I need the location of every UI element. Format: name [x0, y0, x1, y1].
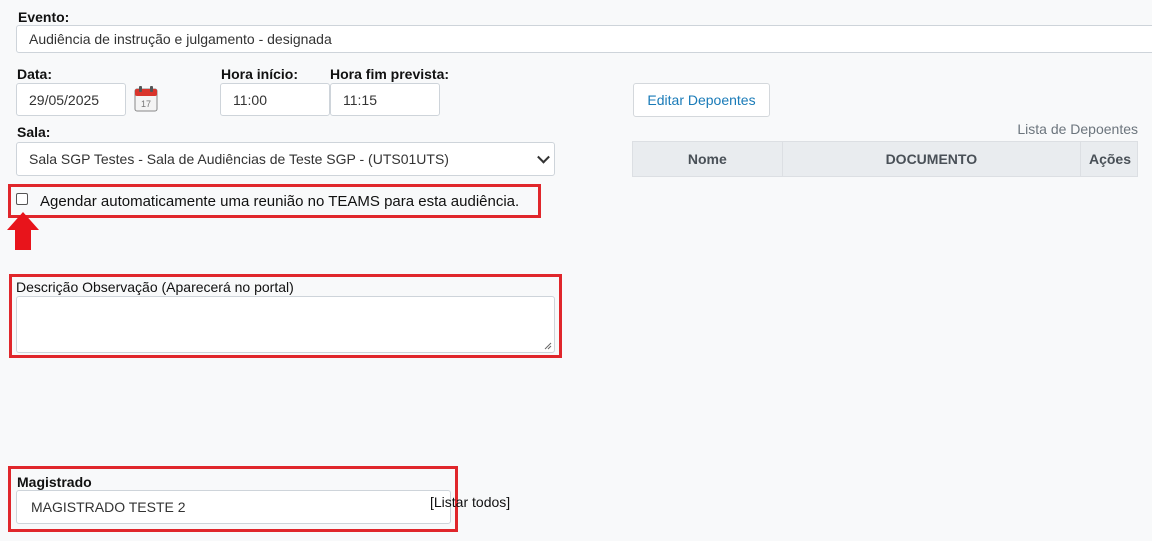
data-input[interactable]: 29/05/2025: [16, 83, 126, 116]
evento-label: Evento:: [18, 9, 70, 25]
listar-todos-link[interactable]: [Listar todos]: [430, 494, 510, 510]
hora-inicio-label: Hora início:: [221, 66, 299, 82]
sala-value: Sala SGP Testes - Sala de Audiências de …: [29, 151, 449, 167]
teams-checkbox[interactable]: [16, 193, 28, 205]
hora-fim-label: Hora fim prevista:: [330, 66, 450, 82]
calendar-icon[interactable]: 17: [134, 86, 158, 112]
teams-checkbox-label: Agendar automaticamente uma reunião no T…: [40, 193, 520, 210]
evento-value: Audiência de instrução e julgamento - de…: [29, 31, 332, 47]
column-header-documento[interactable]: DOCUMENTO: [781, 141, 1082, 177]
data-value: 29/05/2025: [29, 91, 100, 108]
magistrado-label: Magistrado: [17, 474, 92, 490]
data-label: Data:: [17, 66, 53, 82]
hora-fim-value: 11:15: [343, 91, 377, 108]
descricao-label: Descrição Observação (Aparecerá no porta…: [16, 279, 294, 295]
evento-select[interactable]: Audiência de instrução e julgamento - de…: [16, 25, 1152, 53]
resize-handle-icon[interactable]: [544, 342, 552, 350]
depoentes-caption: Lista de Depoentes: [1017, 121, 1138, 137]
arrow-up-icon: [7, 212, 39, 250]
column-header-nome[interactable]: Nome: [632, 141, 783, 177]
chevron-down-icon: [537, 150, 550, 164]
magistrado-select[interactable]: MAGISTRADO TESTE 2: [16, 490, 451, 524]
descricao-textarea[interactable]: [16, 296, 555, 353]
hora-inicio-input[interactable]: 11:00: [220, 83, 330, 116]
hora-fim-input[interactable]: 11:15: [330, 83, 440, 116]
table-header-row: Nome DOCUMENTO Ações: [632, 141, 1138, 177]
column-header-acoes: Ações: [1080, 141, 1138, 177]
depoentes-table: Nome DOCUMENTO Ações: [632, 141, 1138, 177]
hora-inicio-value: 11:00: [233, 91, 267, 108]
editar-depoentes-button[interactable]: Editar Depoentes: [633, 83, 770, 117]
calendar-day: 17: [141, 99, 151, 109]
magistrado-value: MAGISTRADO TESTE 2: [31, 499, 186, 515]
sala-label: Sala:: [17, 124, 51, 140]
sala-select[interactable]: Sala SGP Testes - Sala de Audiências de …: [16, 142, 555, 176]
